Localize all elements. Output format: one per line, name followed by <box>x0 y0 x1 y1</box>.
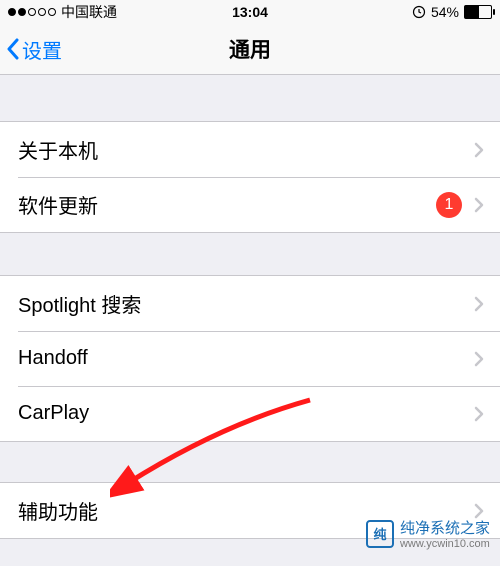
status-left: 中国联通 <box>8 2 117 22</box>
update-badge: 1 <box>436 192 462 218</box>
cell-handoff[interactable]: Handoff <box>0 331 500 386</box>
chevron-right-icon <box>474 197 484 213</box>
settings-group-2: Spotlight 搜索 Handoff CarPlay <box>0 275 500 442</box>
status-time: 13:04 <box>232 4 268 20</box>
rotation-lock-icon <box>412 5 426 19</box>
cell-label: 关于本机 <box>18 135 474 164</box>
chevron-right-icon <box>474 296 484 312</box>
cell-spotlight[interactable]: Spotlight 搜索 <box>0 276 500 331</box>
back-label: 设置 <box>22 35 62 64</box>
battery-icon <box>464 5 492 19</box>
cell-label: Spotlight 搜索 <box>18 289 474 318</box>
watermark-name: 纯净系统之家 <box>400 520 490 537</box>
cell-carplay[interactable]: CarPlay <box>0 386 500 441</box>
cell-about[interactable]: 关于本机 <box>0 122 500 177</box>
watermark-url: www.ycwin10.com <box>400 538 490 550</box>
watermark-logo: 纯 <box>366 520 394 548</box>
back-button[interactable]: 设置 <box>0 35 62 64</box>
page-title: 通用 <box>229 34 271 64</box>
status-bar: 中国联通 13:04 54% <box>0 0 500 24</box>
cell-label: CarPlay <box>18 402 474 425</box>
settings-group-1: 关于本机 软件更新 1 <box>0 121 500 233</box>
nav-bar: 设置 通用 <box>0 24 500 75</box>
signal-strength-icon <box>8 8 56 16</box>
cell-label: Handoff <box>18 347 474 370</box>
chevron-left-icon <box>6 38 20 60</box>
carrier-label: 中国联通 <box>61 2 117 22</box>
watermark: 纯 纯净系统之家 www.ycwin10.com <box>366 517 490 550</box>
status-right: 54% <box>412 4 492 20</box>
cell-software-update[interactable]: 软件更新 1 <box>0 177 500 232</box>
battery-percent: 54% <box>431 4 459 20</box>
chevron-right-icon <box>474 142 484 158</box>
cell-label: 软件更新 <box>18 190 436 219</box>
chevron-right-icon <box>474 406 484 422</box>
chevron-right-icon <box>474 351 484 367</box>
